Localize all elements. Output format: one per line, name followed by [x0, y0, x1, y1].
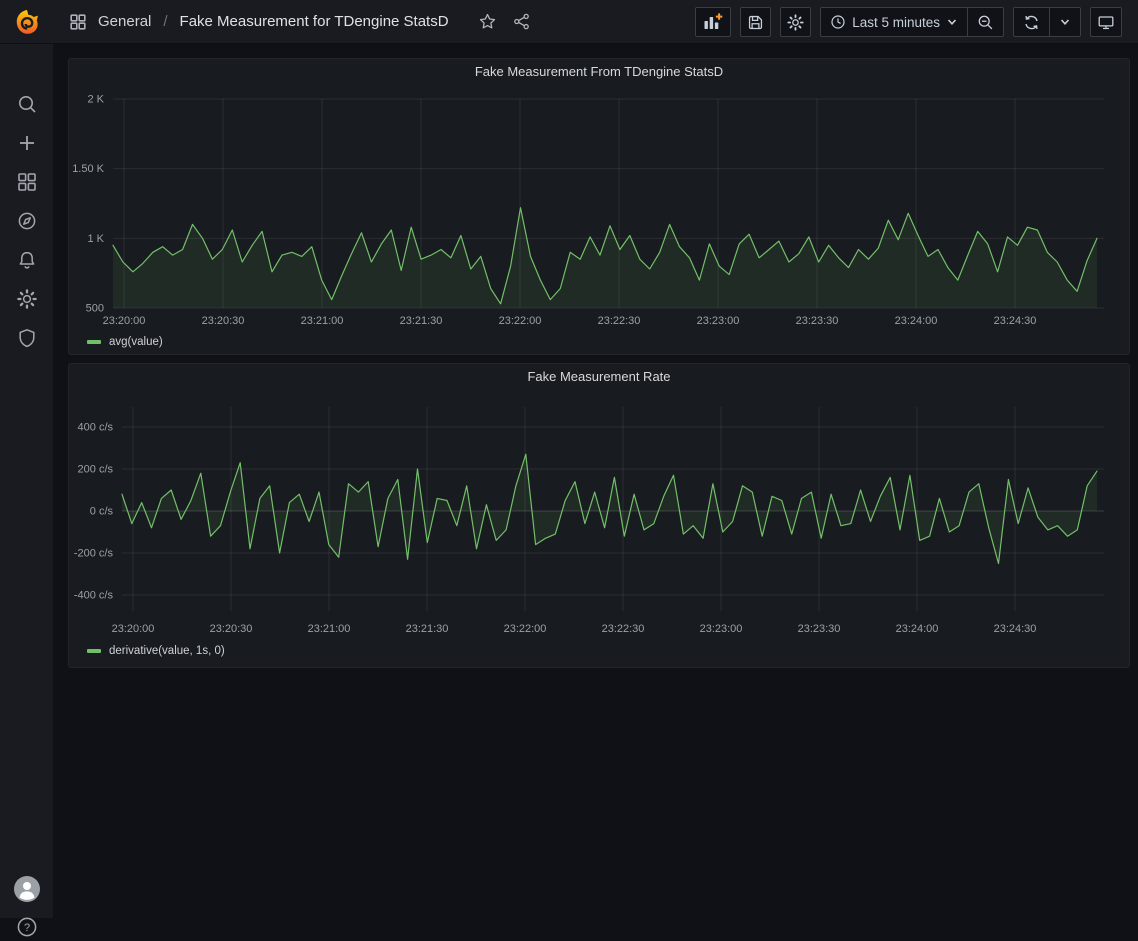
- gear-icon: [787, 14, 804, 31]
- refresh-icon: [1023, 14, 1040, 31]
- svg-text:23:24:00: 23:24:00: [895, 315, 938, 327]
- star-icon: [479, 13, 496, 30]
- svg-text:23:24:30: 23:24:30: [994, 315, 1037, 327]
- zoom-out-icon: [977, 14, 994, 31]
- grafana-logo[interactable]: [13, 8, 41, 36]
- refresh-group: [1013, 7, 1081, 37]
- svg-text:23:20:00: 23:20:00: [112, 623, 155, 635]
- svg-text:23:21:00: 23:21:00: [308, 623, 351, 635]
- avatar: [14, 876, 40, 902]
- svg-text:23:23:30: 23:23:30: [796, 315, 839, 327]
- sidebar-item-explore[interactable]: [17, 211, 37, 231]
- sidebar-item-configuration[interactable]: [17, 289, 37, 309]
- svg-text:23:21:30: 23:21:30: [400, 315, 443, 327]
- share-icon: [513, 13, 530, 30]
- panel-fake-measurement: Fake Measurement From TDengine StatsD 23…: [68, 58, 1130, 355]
- dashboards-grid-icon[interactable]: [68, 12, 88, 32]
- help-icon: ?: [16, 916, 38, 938]
- dashboard-settings-button[interactable]: [780, 7, 811, 37]
- chevron-down-icon: [1059, 16, 1071, 28]
- nav-sidebar: ?: [0, 44, 54, 918]
- svg-text:-400 c/s: -400 c/s: [74, 590, 114, 602]
- svg-text:2 K: 2 K: [87, 94, 104, 106]
- svg-text:1.50 K: 1.50 K: [72, 163, 104, 175]
- help-button[interactable]: ?: [16, 916, 38, 938]
- svg-text:?: ?: [24, 922, 30, 934]
- gear-icon: [17, 289, 37, 309]
- svg-text:-200 c/s: -200 c/s: [74, 548, 114, 560]
- svg-text:23:22:30: 23:22:30: [602, 623, 645, 635]
- clock-icon: [830, 14, 846, 30]
- top-navigation-bar: General / Fake Measurement for TDengine …: [0, 0, 1138, 44]
- svg-text:23:21:30: 23:21:30: [406, 623, 449, 635]
- dashboard-toolbar: Last 5 minutes: [695, 7, 1122, 37]
- chart-legend: avg(value): [87, 335, 163, 349]
- share-dashboard-button[interactable]: [511, 11, 532, 32]
- refresh-dashboard-button[interactable]: [1014, 8, 1049, 36]
- breadcrumb: General / Fake Measurement for TDengine …: [68, 11, 532, 32]
- sidebar-item-create[interactable]: [17, 133, 37, 153]
- sidebar-item-search[interactable]: [17, 94, 37, 114]
- refresh-interval-dropdown[interactable]: [1049, 8, 1080, 36]
- add-panel-icon: [703, 13, 723, 31]
- add-panel-button[interactable]: [695, 7, 731, 37]
- time-range-picker[interactable]: Last 5 minutes: [821, 8, 967, 36]
- svg-text:0 c/s: 0 c/s: [90, 506, 114, 518]
- svg-text:23:22:00: 23:22:00: [504, 623, 547, 635]
- save-icon: [747, 14, 764, 31]
- panel-fake-measurement-rate: Fake Measurement Rate 23:20:0023:20:3023…: [68, 363, 1130, 668]
- time-series-chart-derivative[interactable]: 23:20:00 23:20:30 23:21:00 23:21:30 23:22:00…: [69, 364, 1129, 667]
- dashboards-icon: [17, 172, 37, 192]
- breadcrumb-separator: /: [163, 13, 167, 30]
- tv-mode-button[interactable]: [1090, 7, 1122, 37]
- star-dashboard-button[interactable]: [477, 11, 498, 32]
- legend-label[interactable]: avg(value): [109, 336, 163, 348]
- dashboard-title: Fake Measurement for TDengine StatsD: [180, 13, 449, 30]
- search-icon: [17, 94, 37, 114]
- svg-text:23:20:00: 23:20:00: [103, 315, 146, 327]
- svg-text:200 c/s: 200 c/s: [78, 464, 114, 476]
- sidebar-item-dashboards[interactable]: [17, 172, 37, 192]
- chevron-down-icon: [946, 16, 958, 28]
- svg-text:23:22:30: 23:22:30: [598, 315, 641, 327]
- svg-text:23:21:00: 23:21:00: [301, 315, 344, 327]
- sidebar-item-server-admin[interactable]: [17, 328, 37, 348]
- time-series-chart-avg-value[interactable]: 23:20:00 23:20:30 23:21:00 23:21:30 23:22:00…: [69, 59, 1129, 354]
- plus-icon: [17, 133, 37, 153]
- svg-text:23:23:30: 23:23:30: [798, 623, 841, 635]
- legend-label[interactable]: derivative(value, 1s, 0): [109, 645, 225, 657]
- svg-text:23:23:00: 23:23:00: [700, 623, 743, 635]
- legend-swatch: [87, 340, 101, 344]
- svg-text:500: 500: [86, 303, 104, 315]
- sidebar-item-alerting[interactable]: [17, 250, 37, 270]
- zoom-out-time-button[interactable]: [967, 8, 1003, 36]
- svg-text:23:20:30: 23:20:30: [202, 315, 245, 327]
- user-profile-button[interactable]: [14, 876, 40, 902]
- time-picker-group: Last 5 minutes: [820, 7, 1004, 37]
- chart-legend: derivative(value, 1s, 0): [87, 644, 225, 658]
- svg-text:400 c/s: 400 c/s: [78, 422, 114, 434]
- legend-swatch: [87, 649, 101, 653]
- svg-text:23:22:00: 23:22:00: [499, 315, 542, 327]
- breadcrumb-folder[interactable]: General: [98, 13, 151, 30]
- save-dashboard-button[interactable]: [740, 7, 771, 37]
- svg-text:23:23:00: 23:23:00: [697, 315, 740, 327]
- svg-text:1 K: 1 K: [87, 233, 104, 245]
- svg-text:23:24:00: 23:24:00: [896, 623, 939, 635]
- grafana-flame-icon: [13, 8, 41, 36]
- bell-icon: [17, 250, 37, 270]
- svg-text:23:20:30: 23:20:30: [210, 623, 253, 635]
- time-range-label: Last 5 minutes: [852, 15, 940, 30]
- svg-text:23:24:30: 23:24:30: [994, 623, 1037, 635]
- monitor-icon: [1097, 14, 1115, 31]
- compass-icon: [17, 211, 37, 231]
- shield-icon: [17, 328, 37, 348]
